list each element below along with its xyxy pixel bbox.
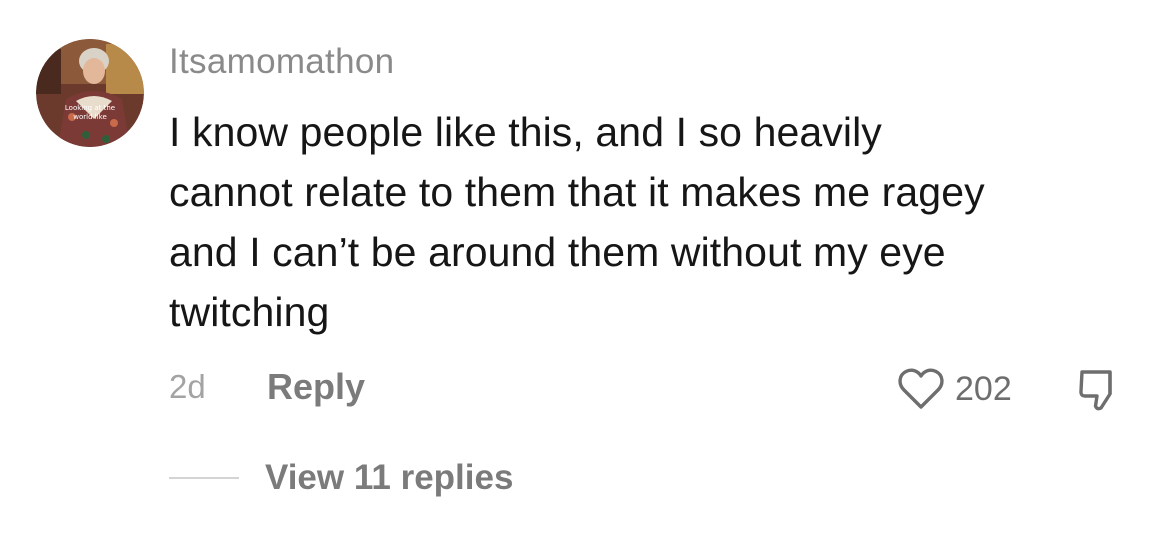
reply-button[interactable]: Reply	[267, 366, 365, 408]
comment-text-line: I know people like this, and I so heavil…	[169, 109, 882, 155]
avatar[interactable]: Looking at the world like	[36, 39, 144, 147]
username[interactable]: Itsamomathon	[169, 42, 394, 82]
svg-text:world like: world like	[73, 113, 107, 121]
view-replies-button[interactable]: View 11 replies	[169, 450, 513, 506]
like-button[interactable]: 202	[897, 362, 1012, 416]
comment-actions: 2d Reply 202	[169, 362, 1129, 416]
thumbs-down-icon	[1079, 370, 1112, 411]
comment-text-line: and I can’t be around them without my ey…	[169, 229, 946, 275]
replies-divider	[169, 477, 239, 479]
dislike-button[interactable]	[1074, 366, 1122, 414]
avatar-image: Looking at the world like	[36, 39, 144, 147]
svg-text:Looking at the: Looking at the	[65, 104, 115, 112]
like-count: 202	[955, 369, 1012, 408]
comment-text-line: cannot relate to them that it makes me r…	[169, 169, 985, 215]
comment-text: I know people like this, and I so heavil…	[169, 102, 1139, 342]
comment-item: Looking at the world like Itsamomathon I…	[0, 0, 1170, 547]
comment-text-line: twitching	[169, 289, 330, 335]
view-replies-label: View 11 replies	[265, 458, 514, 497]
timestamp: 2d	[169, 368, 206, 405]
heart-outline-icon	[898, 368, 944, 409]
